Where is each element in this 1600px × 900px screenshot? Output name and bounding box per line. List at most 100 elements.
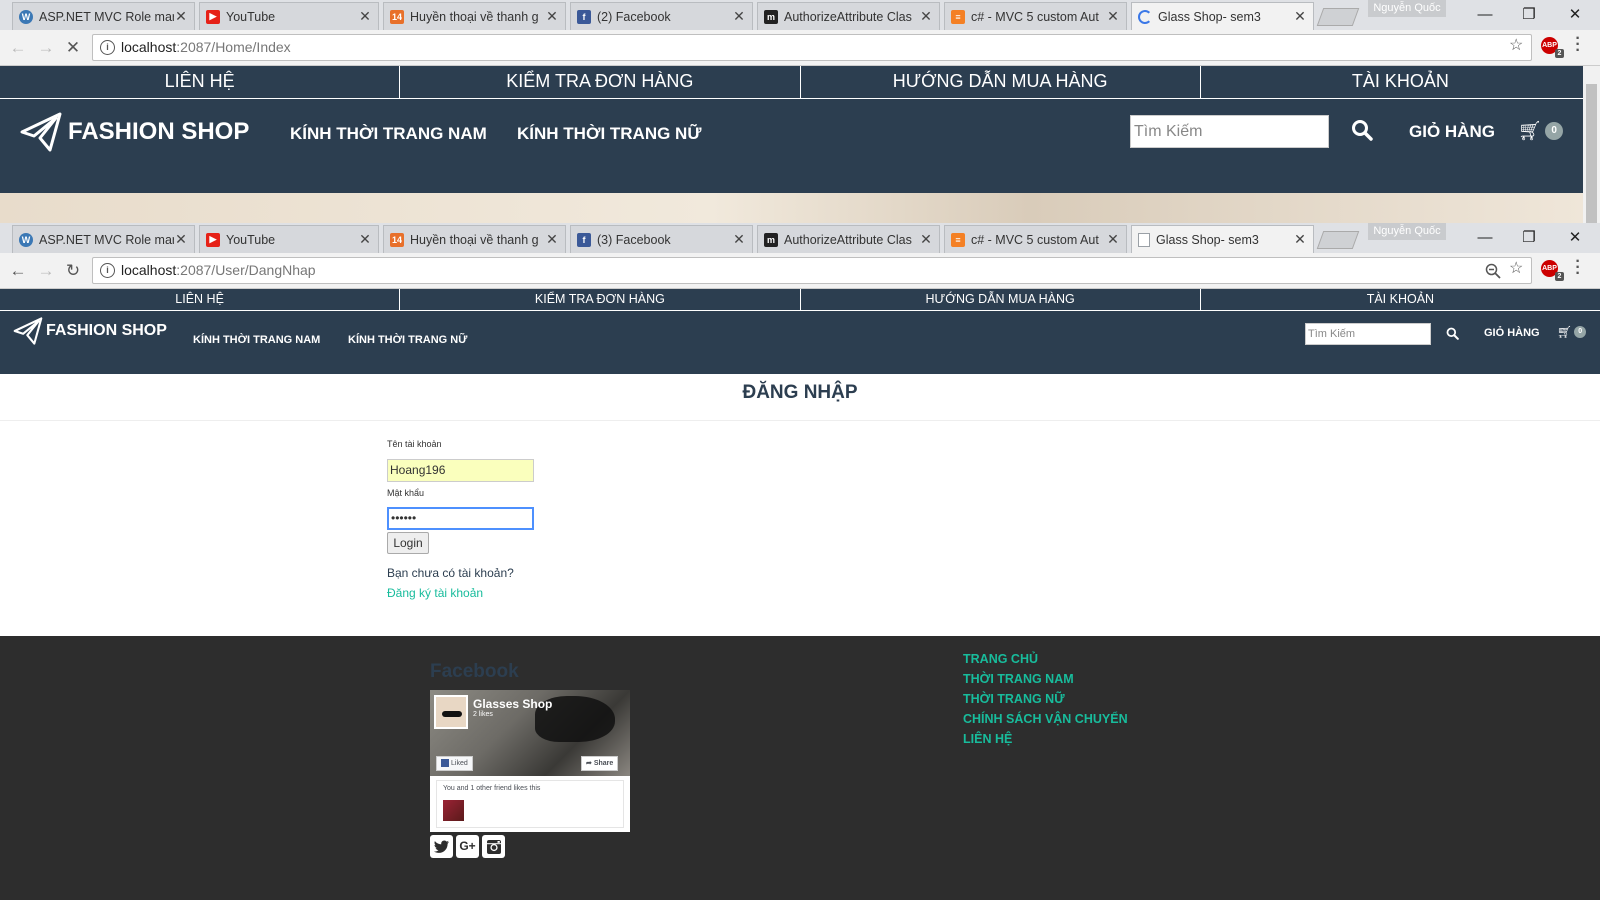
browser-tab-active[interactable]: Glass Shop- sem3 ✕ <box>1131 225 1314 253</box>
bookmark-star-icon[interactable]: ☆ <box>1509 258 1523 278</box>
login-button[interactable]: Login <box>387 532 429 554</box>
site-topnav-2: LIÊN HỆ KIỂM TRA ĐƠN HÀNG HƯỚNG DẪN MUA … <box>0 289 1600 311</box>
close-icon[interactable]: ✕ <box>358 231 372 248</box>
facebook-page-widget[interactable]: Glasses Shop 2 likes Liked ➦ Share You a… <box>430 690 630 832</box>
close-window-icon[interactable]: ✕ <box>1553 0 1597 28</box>
nav-men-glasses[interactable]: KÍNH THỜI TRANG NAM <box>290 124 487 144</box>
instagram-icon[interactable] <box>482 835 505 858</box>
cart-button[interactable]: 🛒︎ 0 <box>1518 119 1564 143</box>
topnav-order-check[interactable]: KIỂM TRA ĐƠN HÀNG <box>400 66 801 99</box>
topnav-contact[interactable]: LIÊN HỆ <box>0 289 401 311</box>
topnav-contact[interactable]: LIÊN HỆ <box>0 66 401 99</box>
zoom-out-icon[interactable] <box>1485 263 1501 279</box>
twitter-icon[interactable] <box>430 835 453 858</box>
close-icon[interactable]: ✕ <box>174 8 188 25</box>
browser-tab[interactable]: ≡ c# - MVC 5 custom Aut ✕ <box>944 2 1127 30</box>
close-window-icon[interactable]: ✕ <box>1553 223 1597 251</box>
browser-tab[interactable]: W ASP.NET MVC Role mar ✕ <box>12 2 195 30</box>
profile-button[interactable]: Nguyễn Quốc <box>1368 0 1446 17</box>
close-icon[interactable]: ✕ <box>174 231 188 248</box>
stop-icon[interactable]: ✕ <box>63 38 83 58</box>
cart-label[interactable]: GIỎ HÀNG <box>1484 327 1540 339</box>
register-link[interactable]: Đăng ký tài khoản <box>387 586 483 600</box>
restore-icon[interactable]: ❐ <box>1507 0 1551 28</box>
back-arrow-icon[interactable]: ← <box>8 261 28 281</box>
close-icon[interactable]: ✕ <box>1106 8 1120 25</box>
back-arrow-icon[interactable]: ← <box>8 38 28 58</box>
cart-label[interactable]: GIỎ HÀNG <box>1409 122 1495 142</box>
forward-arrow-icon[interactable]: → <box>36 261 56 281</box>
cart-button[interactable]: 🛒︎ 0 <box>1557 325 1587 339</box>
info-icon[interactable]: i <box>100 40 115 55</box>
close-icon[interactable]: ✕ <box>358 8 372 25</box>
page-scrollbar[interactable] <box>1583 66 1600 223</box>
close-icon[interactable]: ✕ <box>1293 231 1307 248</box>
nav-women-glasses[interactable]: KÍNH THỜI TRANG NỮ <box>517 124 701 144</box>
fb-share-label: Share <box>593 760 614 767</box>
url-bar[interactable]: i localhost:2087/User/DangNhap <box>92 257 1532 284</box>
site-logo[interactable]: FASHION SHOP <box>20 112 249 152</box>
adblock-plus-icon[interactable]: ABP 2 <box>1541 37 1564 58</box>
browser-tab[interactable]: m AuthorizeAttribute Clas ✕ <box>757 2 940 30</box>
footer-link-contact[interactable]: LIÊN HỆ <box>963 732 1012 746</box>
password-field[interactable]: •••••• <box>387 507 534 530</box>
browser-tab[interactable]: ≡ c# - MVC 5 custom Aut ✕ <box>944 225 1127 253</box>
topnav-order-check[interactable]: KIỂM TRA ĐƠN HÀNG <box>400 289 801 311</box>
search-input[interactable]: Tìm Kiếm <box>1305 323 1431 345</box>
browser-tab[interactable]: ▶ YouTube ✕ <box>199 225 379 253</box>
profile-button[interactable]: Nguyễn Quốc <box>1368 223 1446 240</box>
minimize-icon[interactable]: — <box>1463 223 1507 251</box>
new-tab-button[interactable] <box>1316 8 1360 26</box>
topnav-account[interactable]: TÀI KHOẢN <box>1200 66 1600 99</box>
fb-liked-button[interactable]: Liked <box>436 756 473 771</box>
google-plus-icon[interactable]: G+ <box>456 835 479 858</box>
fb-page-name[interactable]: Glasses Shop <box>473 697 552 711</box>
close-icon[interactable]: ✕ <box>919 231 933 248</box>
info-icon[interactable]: i <box>100 263 115 278</box>
menu-dots-icon[interactable]: · · · <box>1575 31 1581 59</box>
new-tab-button[interactable] <box>1316 231 1360 249</box>
search-icon[interactable] <box>1446 327 1459 340</box>
url-bar[interactable]: i localhost:2087/Home/Index <box>92 34 1532 61</box>
bookmark-star-icon[interactable]: ☆ <box>1509 35 1523 55</box>
site-logo[interactable]: FASHION SHOP <box>13 317 167 345</box>
footer-link-women[interactable]: THỜI TRANG NỮ <box>963 692 1065 706</box>
close-icon[interactable]: ✕ <box>732 8 746 25</box>
search-icon[interactable] <box>1351 119 1373 141</box>
forward-arrow-icon[interactable]: → <box>36 38 56 58</box>
footer-link-home[interactable]: TRANG CHỦ <box>963 652 1038 666</box>
nav-men-glasses[interactable]: KÍNH THỜI TRANG NAM <box>193 334 320 346</box>
minimize-icon[interactable]: — <box>1463 0 1507 28</box>
browser-tab[interactable]: m AuthorizeAttribute Clas ✕ <box>757 225 940 253</box>
close-icon[interactable]: ✕ <box>919 8 933 25</box>
friend-avatar[interactable] <box>443 800 464 821</box>
browser-tab[interactable]: f (3) Facebook ✕ <box>570 225 753 253</box>
close-icon[interactable]: ✕ <box>545 8 559 25</box>
topnav-guide[interactable]: HƯỚNG DẪN MUA HÀNG <box>800 289 1201 311</box>
tab-title: c# - MVC 5 custom Aut <box>971 232 1099 247</box>
search-input[interactable]: Tìm Kiếm <box>1130 115 1329 148</box>
tab-title: Glass Shop- sem3 <box>1158 9 1261 24</box>
scrollbar-thumb[interactable] <box>1586 84 1597 223</box>
restore-icon[interactable]: ❐ <box>1507 223 1551 251</box>
footer-link-shipping[interactable]: CHÍNH SÁCH VẬN CHUYỂN <box>963 712 1128 726</box>
username-field[interactable]: Hoang196 <box>387 459 534 482</box>
close-icon[interactable]: ✕ <box>1293 8 1307 25</box>
close-icon[interactable]: ✕ <box>1106 231 1120 248</box>
browser-tab[interactable]: W ASP.NET MVC Role mar ✕ <box>12 225 195 253</box>
topnav-guide[interactable]: HƯỚNG DẪN MUA HÀNG <box>800 66 1201 99</box>
browser-tab-active[interactable]: Glass Shop- sem3 ✕ <box>1131 2 1314 30</box>
browser-tab[interactable]: 14 Huyền thoại về thanh g ✕ <box>383 225 566 253</box>
menu-dots-icon[interactable]: · · · <box>1575 254 1581 282</box>
close-icon[interactable]: ✕ <box>732 231 746 248</box>
footer-link-men[interactable]: THỜI TRANG NAM <box>963 672 1074 686</box>
adblock-plus-icon[interactable]: ABP 2 <box>1541 260 1564 281</box>
fb-share-button[interactable]: ➦ Share <box>581 756 619 771</box>
browser-tab[interactable]: f (2) Facebook ✕ <box>570 2 753 30</box>
nav-women-glasses[interactable]: KÍNH THỜI TRANG NỮ <box>348 334 467 346</box>
browser-tab[interactable]: ▶ YouTube ✕ <box>199 2 379 30</box>
browser-tab[interactable]: 14 Huyền thoại về thanh g ✕ <box>383 2 566 30</box>
close-icon[interactable]: ✕ <box>545 231 559 248</box>
reload-icon[interactable]: ↻ <box>63 261 83 281</box>
topnav-account[interactable]: TÀI KHOẢN <box>1200 289 1600 311</box>
